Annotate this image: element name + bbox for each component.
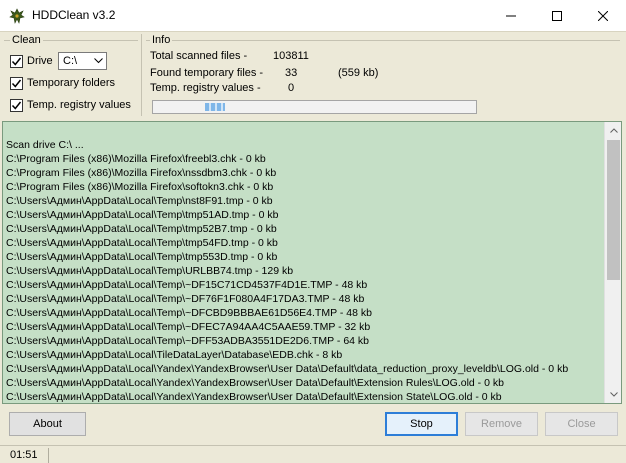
found-temp-size: (559 kb) [338, 67, 379, 79]
maximize-button[interactable] [534, 0, 580, 31]
scan-progress-bar [152, 100, 477, 114]
drive-select-value: C:\ [63, 55, 78, 67]
temp-registry-label: Temp. registry values [27, 99, 131, 111]
remove-button[interactable]: Remove [465, 412, 538, 436]
client-area: Clean Drive C:\ Temporary folders Temp. … [0, 31, 626, 463]
log-line: C:\Users\Админ\AppData\Local\Temp\~DFEC7… [6, 321, 371, 333]
log-line: C:\Users\Админ\AppData\Local\Temp\nst8F9… [6, 195, 273, 207]
checkmark-icon [11, 101, 22, 110]
info-group-frame [146, 40, 620, 41]
total-scanned-value: 103811 [273, 50, 309, 62]
temp-folders-label: Temporary folders [27, 77, 116, 89]
temp-registry-count-value: 0 [288, 82, 295, 94]
group-separator [141, 34, 142, 116]
maximize-icon [552, 10, 562, 21]
log-line: C:\Users\Админ\AppData\Local\Temp\~DFCBD… [6, 307, 372, 319]
log-line: C:\Program Files (x86)\Mozilla Firefox\n… [6, 167, 277, 179]
total-scanned-label: Total scanned files - [150, 50, 248, 62]
minimize-button[interactable] [488, 0, 534, 31]
close-icon [598, 10, 608, 21]
drive-select[interactable]: C:\ [58, 52, 107, 70]
log-line: C:\Users\Админ\AppData\Local\Temp\tmp52B… [6, 223, 277, 235]
elapsed-time: 01:51 [10, 449, 38, 461]
window-title: HDDClean v3.2 [32, 8, 116, 22]
chevron-down-icon [609, 392, 618, 397]
log-line: C:\Program Files (x86)\Mozilla Firefox\s… [6, 181, 274, 193]
log-line: C:\Users\Админ\AppData\Local\Temp\URLBB7… [6, 265, 294, 277]
title-bar: HDDClean v3.2 [0, 0, 626, 31]
log-line: Scan drive C:\ ... [6, 139, 84, 151]
scan-progress-marquee [205, 103, 225, 111]
temp-registry-checkbox-box[interactable] [10, 98, 23, 112]
found-temp-value: 33 [285, 67, 298, 79]
found-temp-label: Found temporary files - [150, 67, 264, 79]
close-button[interactable]: Close [545, 412, 618, 436]
app-icon [9, 8, 25, 24]
temp-folders-checkbox[interactable]: Temporary folders [10, 75, 115, 91]
temp-registry-count-label: Temp. registry values - [150, 82, 261, 94]
info-group-title: Info [150, 34, 173, 46]
drive-checkbox[interactable]: Drive [10, 53, 53, 69]
log-line: C:\Users\Админ\AppData\Local\Temp\~DF76F… [6, 293, 365, 305]
checkmark-icon [11, 57, 22, 66]
log-line: C:\Users\Админ\AppData\Local\Yandex\Yand… [6, 391, 502, 403]
drive-label: Drive [27, 55, 53, 67]
log-line: C:\Users\Админ\AppData\Local\Temp\~DF15C… [6, 279, 368, 291]
stop-button[interactable]: Stop [385, 412, 458, 436]
chevron-down-icon [94, 58, 103, 64]
checkmark-icon [11, 79, 22, 88]
log-line: C:\Program Files (x86)\Mozilla Firefox\f… [6, 153, 266, 165]
temp-folders-checkbox-box[interactable] [10, 76, 23, 90]
clean-group-title: Clean [10, 34, 43, 46]
log-vertical-scrollbar[interactable] [604, 122, 621, 403]
scroll-up-button[interactable] [605, 122, 621, 139]
scroll-thumb[interactable] [607, 140, 620, 280]
status-bar: 01:51 [0, 445, 626, 463]
status-separator [48, 448, 49, 463]
drive-checkbox-box[interactable] [10, 54, 23, 68]
scan-log-lines: Scan drive C:\ ... C:\Program Files (x86)… [6, 138, 606, 403]
log-line: C:\Users\Админ\AppData\Local\Temp\tmp553… [6, 251, 278, 263]
log-line: C:\Users\Админ\AppData\Local\Yandex\Yand… [6, 363, 569, 375]
log-line: C:\Users\Админ\AppData\Local\Temp\tmp54F… [6, 237, 278, 249]
about-button[interactable]: About [9, 412, 86, 436]
log-line: C:\Users\Админ\AppData\Local\Temp\tmp51A… [6, 209, 279, 221]
minimize-icon [506, 15, 516, 16]
close-window-button[interactable] [580, 0, 626, 31]
temp-registry-checkbox[interactable]: Temp. registry values [10, 97, 131, 113]
chevron-up-icon [609, 128, 618, 133]
log-line: C:\Users\Админ\AppData\Local\Temp\~DFF53… [6, 335, 370, 347]
log-line: C:\Users\Админ\AppData\Local\Yandex\Yand… [6, 377, 504, 389]
scan-log[interactable]: Scan drive C:\ ... C:\Program Files (x86)… [2, 121, 622, 404]
log-line: C:\Users\Админ\AppData\Local\TileDataLay… [6, 349, 343, 361]
scroll-down-button[interactable] [605, 386, 621, 403]
